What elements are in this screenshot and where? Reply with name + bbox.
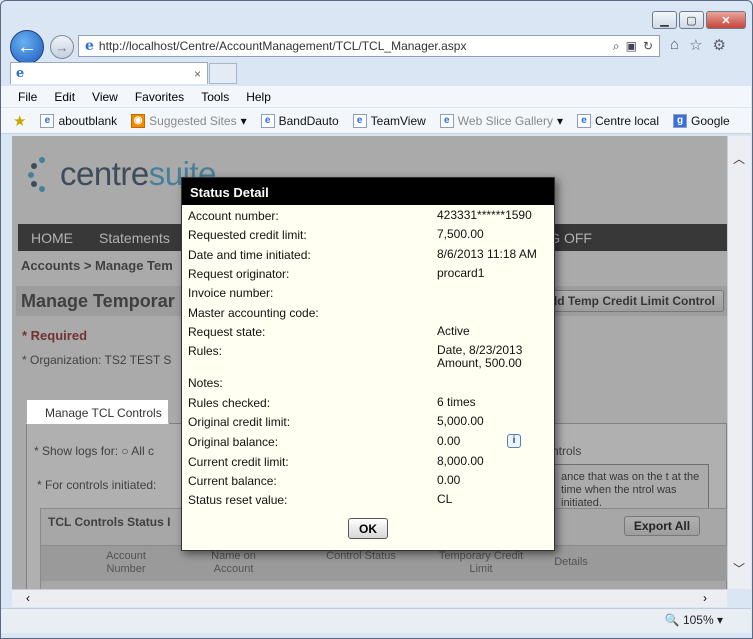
value-original-credit-limit: 5,000.00 (437, 414, 484, 428)
favorites-add-icon[interactable]: ★ (13, 112, 26, 130)
value-requested-credit-limit: 7,500.00 (437, 227, 484, 241)
menu-favorites[interactable]: Favorites (135, 90, 184, 104)
back-button[interactable]: ← (10, 30, 44, 64)
close-window-button[interactable]: ✕ (706, 11, 746, 29)
info-icon[interactable]: i (507, 434, 521, 448)
google-icon: g (673, 113, 688, 128)
scroll-up-icon[interactable]: ︿ (733, 150, 745, 167)
status-detail-dialog: Status Detail Account number: 423331****… (181, 177, 555, 551)
menu-help[interactable]: Help (246, 90, 271, 104)
label-original-credit-limit: Original credit limit: (188, 415, 291, 429)
ok-button[interactable]: OK (348, 518, 388, 539)
forward-button[interactable]: → (50, 35, 74, 59)
label-notes: Notes: (188, 376, 223, 390)
menu-bar: File Edit View Favorites Tools Help (1, 86, 751, 107)
menu-edit[interactable]: Edit (54, 90, 75, 104)
status-bar: 🔍 105% ▾ (1, 608, 751, 633)
compat-view-icon[interactable]: ▣ (626, 39, 637, 54)
value-date-time-initiated: 8/6/2013 11:18 AM (437, 247, 537, 261)
address-bar[interactable]: e http://localhost/Centre/AccountManagem… (78, 35, 660, 57)
label-master-accounting-code: Master accounting code: (188, 306, 319, 320)
label-current-credit-limit: Current credit limit: (188, 455, 289, 469)
ie-icon: e (352, 113, 367, 128)
menu-view[interactable]: View (92, 90, 118, 104)
fav-google[interactable]: g Google (673, 113, 730, 128)
label-request-originator: Request originator: (188, 267, 290, 281)
value-request-originator: procard1 (437, 266, 485, 280)
favorites-star-icon[interactable]: ☆ (689, 36, 702, 54)
value-status-reset-value: CL (437, 492, 453, 506)
menu-file[interactable]: File (18, 90, 37, 104)
settings-gear-icon[interactable]: ⚙ (713, 36, 726, 54)
ie-icon: e (439, 113, 454, 128)
new-tab-button[interactable] (209, 63, 237, 84)
value-rules-checked: 6 times (437, 395, 476, 409)
vertical-scrollbar[interactable]: ︿ ﹀ (727, 136, 751, 589)
value-request-state: Active (437, 324, 470, 338)
fav-aboutblank[interactable]: e aboutblank (40, 113, 117, 128)
fav-centre-local[interactable]: e Centre local (576, 113, 659, 128)
ie-icon: e (40, 113, 55, 128)
fav-suggested-sites[interactable]: ◉ Suggested Sites ▾ (131, 113, 247, 128)
dialog-title: Status Detail (182, 178, 554, 205)
scroll-right-icon[interactable]: › (703, 591, 707, 605)
value-original-balance: 0.00 (437, 434, 461, 448)
menu-tools[interactable]: Tools (201, 90, 229, 104)
ie-icon: e (576, 113, 591, 128)
fav-teamview[interactable]: e TeamView (352, 113, 426, 128)
refresh-icon[interactable]: ↻ (643, 39, 653, 54)
url-text[interactable]: http://localhost/Centre/AccountManagemen… (99, 39, 613, 53)
browser-tab[interactable]: e × (10, 62, 208, 84)
suggested-sites-icon: ◉ (131, 113, 146, 128)
label-requested-credit-limit: Requested credit limit: (188, 228, 307, 242)
minimize-button[interactable]: ▁ (652, 11, 677, 29)
label-rules: Rules: (188, 344, 223, 358)
label-request-state: Request state: (188, 325, 266, 339)
value-current-balance: 0.00 (437, 473, 461, 487)
value-rules-amount: Amount, 500.00 (437, 356, 522, 370)
close-tab-icon[interactable]: × (194, 67, 201, 81)
ie-tab-icon: e (16, 66, 25, 81)
horizontal-scrollbar[interactable]: ‹ › (12, 589, 727, 607)
maximize-button[interactable]: ▢ (679, 11, 704, 29)
favorites-bar: ★ e aboutblank ◉ Suggested Sites ▾ e BandDau… (1, 108, 751, 134)
scroll-down-icon[interactable]: ﹀ (733, 560, 745, 577)
label-rules-checked: Rules checked: (188, 396, 271, 410)
zoom-level[interactable]: 🔍 105% ▾ (665, 613, 723, 627)
label-status-reset-value: Status reset value: (188, 493, 288, 507)
value-account-number: 423331******1590 (437, 208, 532, 222)
dropdown-arrow-icon: ▾ (556, 113, 563, 128)
label-current-balance: Current balance: (188, 474, 277, 488)
search-icon[interactable]: ⌕ (613, 39, 620, 54)
label-invoice-number: Invoice number: (188, 286, 274, 300)
ie-icon: e (260, 113, 275, 128)
scroll-left-icon[interactable]: ‹ (26, 591, 30, 605)
label-account-number: Account number: (188, 209, 279, 223)
value-current-credit-limit: 8,000.00 (437, 454, 484, 468)
window-controls: ▁ ▢ ✕ (652, 11, 746, 29)
home-icon[interactable]: ⌂ (670, 36, 679, 54)
ie-page-icon: e (85, 38, 94, 54)
dropdown-arrow-icon: ▾ (240, 113, 247, 128)
label-original-balance: Original balance: (188, 435, 279, 449)
fav-banddauto[interactable]: e BandDauto (260, 113, 339, 128)
fav-web-slice-gallery[interactable]: e Web Slice Gallery ▾ (439, 113, 563, 128)
label-date-time-initiated: Date and time initiated: (188, 248, 311, 262)
tab-manage-tcl-controls[interactable]: Manage TCL Controls (26, 399, 169, 424)
